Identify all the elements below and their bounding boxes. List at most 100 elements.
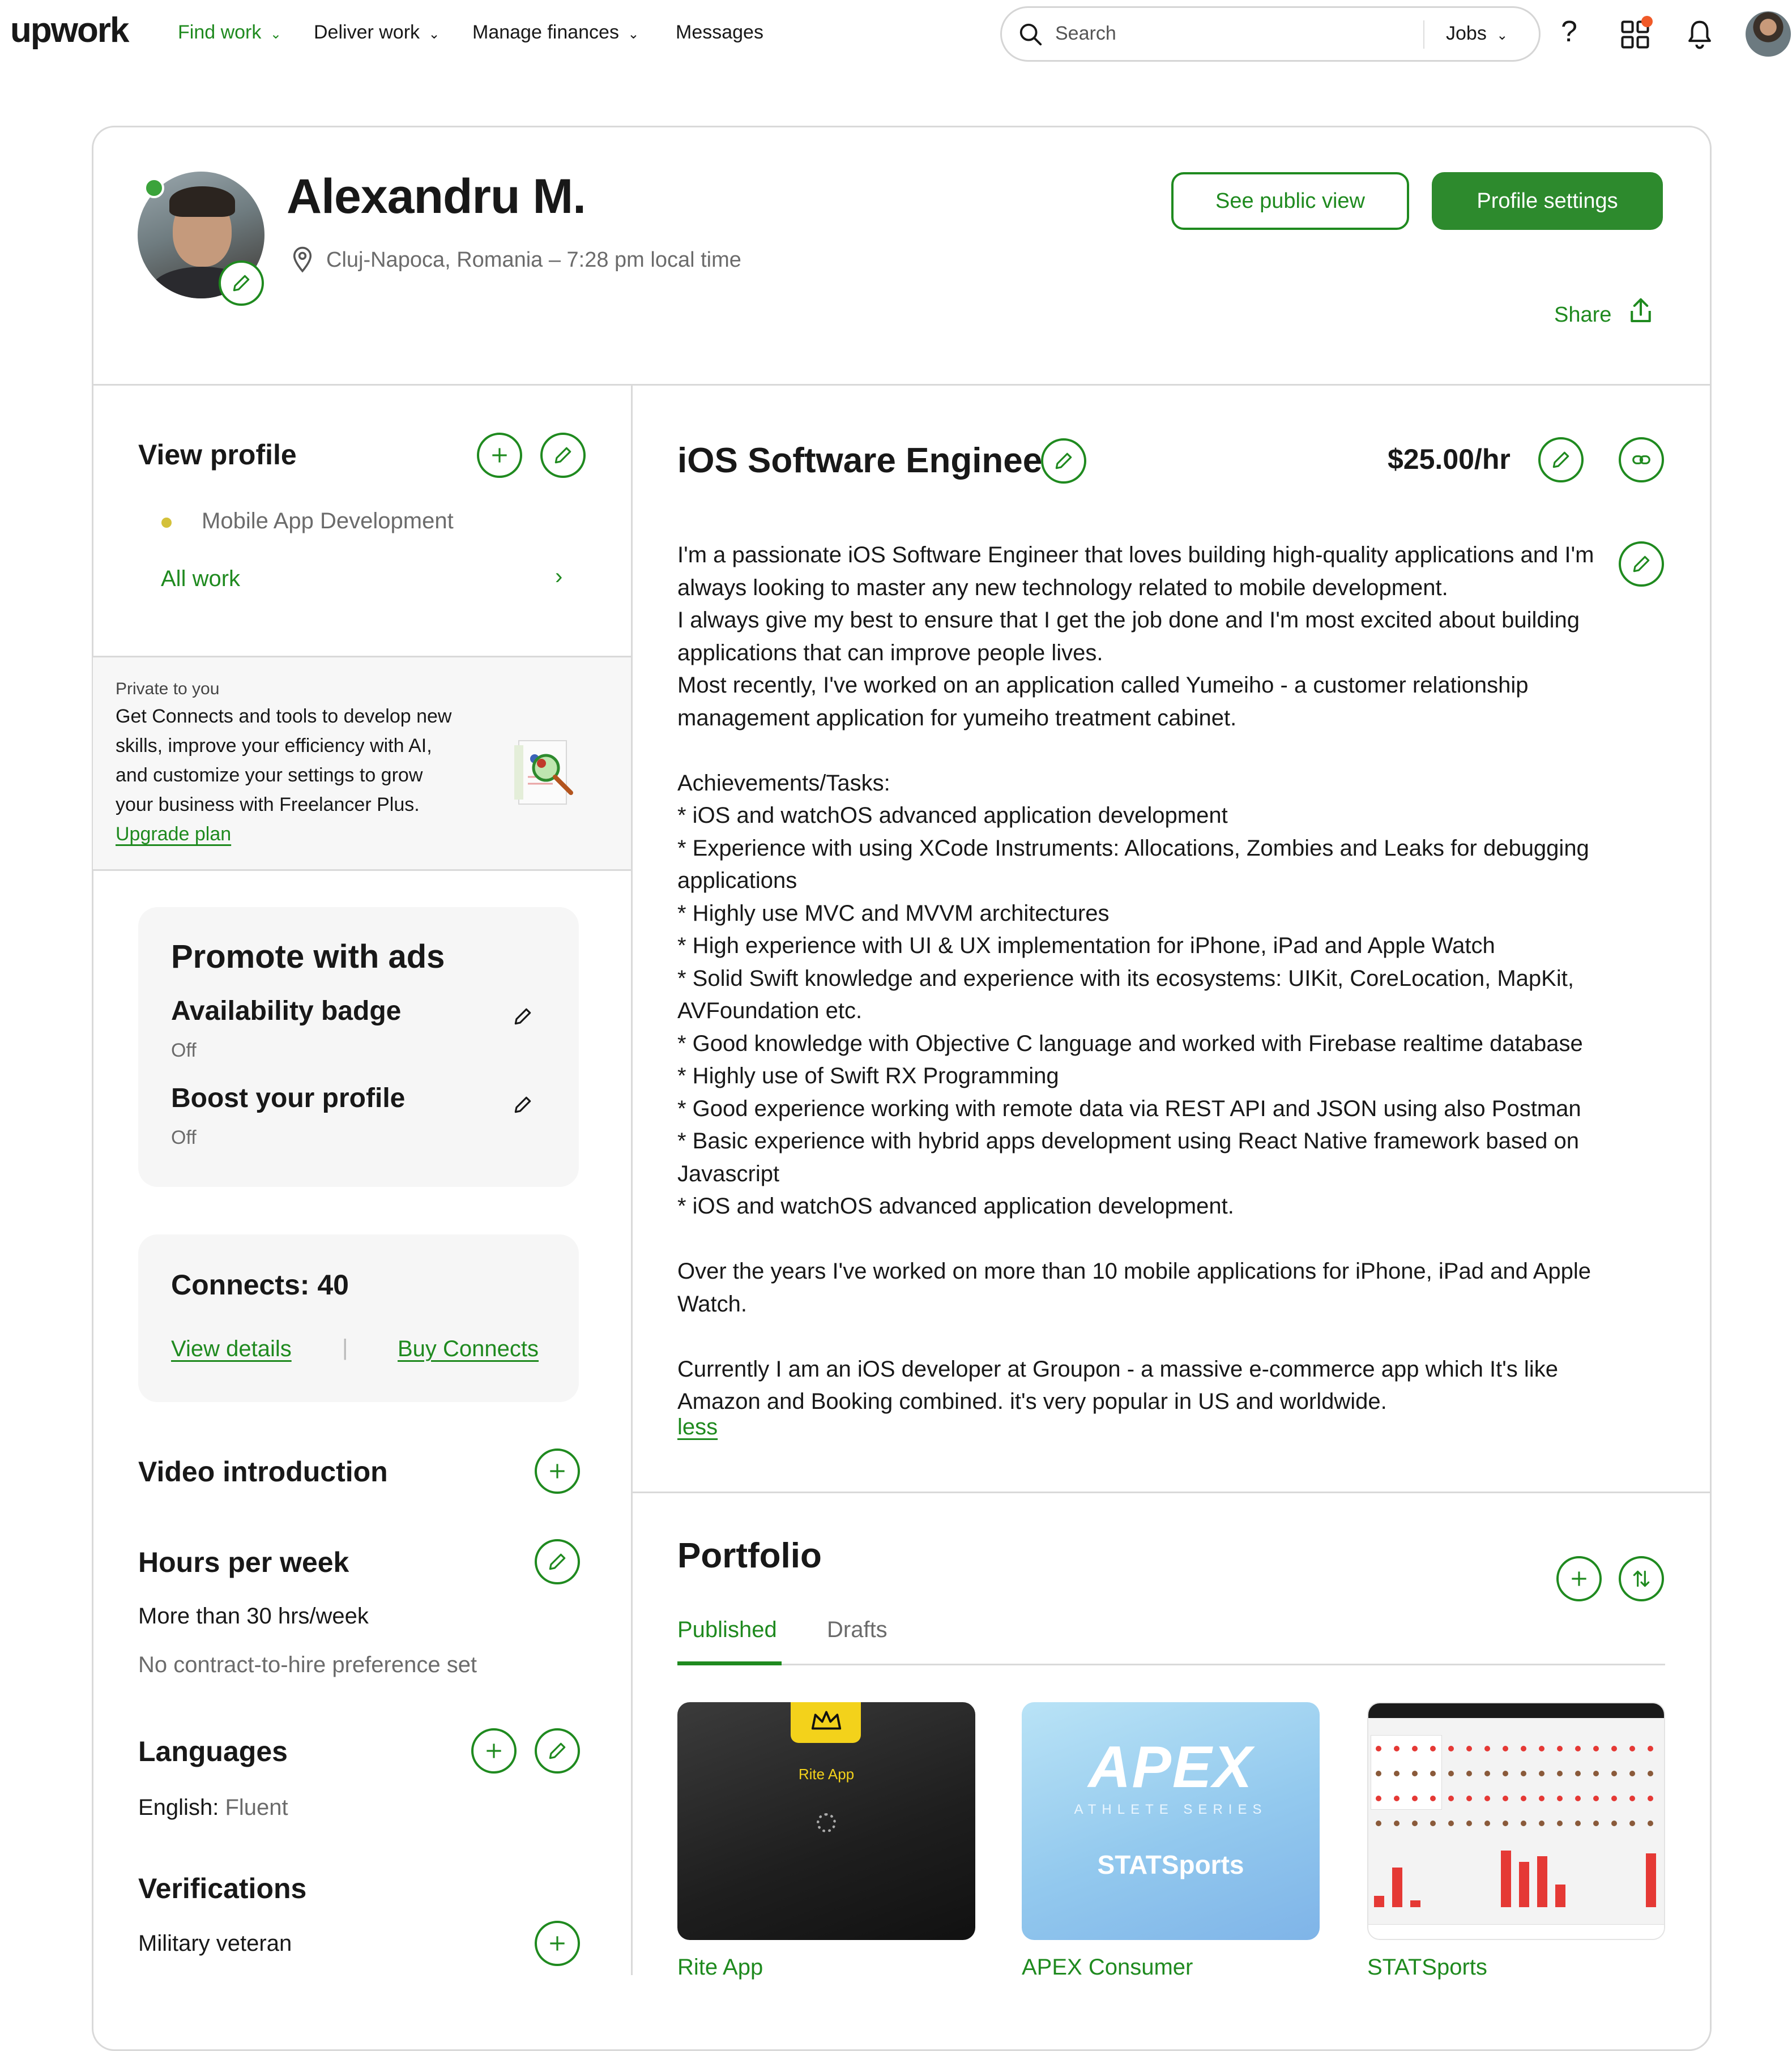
stat-dot (1539, 1771, 1544, 1776)
edit-overview-button[interactable] (1619, 541, 1664, 587)
plus-icon (492, 448, 507, 463)
stat-dot (1539, 1746, 1544, 1751)
overview-line: * Experience with using XCode Instrument… (677, 835, 1589, 861)
stat-bar (1501, 1851, 1511, 1907)
add-specialty-button[interactable] (477, 433, 522, 478)
portfolio-title-apex-consumer[interactable]: APEX Consumer (1022, 1955, 1193, 1980)
stat-bar (1537, 1856, 1547, 1907)
copy-link-button[interactable] (1619, 437, 1664, 482)
link-icon (1632, 455, 1650, 464)
search-divider (1423, 20, 1424, 49)
crown-icon (811, 1711, 842, 1730)
stat-dot (1448, 1771, 1454, 1776)
portfolio-item-statsports[interactable] (1367, 1702, 1665, 1940)
stat-dot (1484, 1821, 1490, 1826)
pencil-icon (554, 447, 571, 464)
stat-dot (1575, 1796, 1581, 1801)
plus-icon (487, 1744, 501, 1758)
statsports-app-topbar (1368, 1703, 1664, 1718)
tab-drafts[interactable]: Drafts (827, 1617, 888, 1643)
magnifier-illustration-icon (514, 740, 573, 805)
nav-manage-finances[interactable]: Manage finances ⌄ (472, 22, 639, 44)
portfolio-item-rite-app[interactable]: Rite App (677, 1702, 975, 1940)
stat-dot (1629, 1821, 1635, 1826)
nav-find-work[interactable]: Find work ⌄ (178, 22, 281, 44)
overview-line: * iOS and watchOS advanced application d… (677, 1194, 1234, 1219)
edit-title-button[interactable] (1041, 438, 1086, 484)
stat-dot (1557, 1771, 1563, 1776)
share-button[interactable]: Share (1554, 296, 1656, 327)
edit-language-button[interactable] (535, 1728, 580, 1774)
edit-hours-button[interactable] (535, 1539, 580, 1584)
edit-rate-button[interactable] (1538, 437, 1584, 482)
add-language-button[interactable] (471, 1728, 517, 1774)
overview-line: applications that can improve people liv… (677, 640, 1103, 665)
stat-dot (1394, 1796, 1400, 1801)
stat-dot (1430, 1771, 1436, 1776)
plus-icon (1572, 1571, 1586, 1586)
search-bar[interactable]: Search Jobs ⌄ (1000, 6, 1541, 62)
chevron-right-icon[interactable]: › (555, 564, 562, 589)
upgrade-plan-link[interactable]: Upgrade plan (116, 823, 231, 845)
apex-logo: APEX (1088, 1734, 1253, 1800)
overview-line: * Good experience working with remote da… (677, 1096, 1581, 1121)
video-intro-heading: Video introduction (138, 1456, 388, 1488)
stat-dot (1412, 1771, 1418, 1776)
stat-dot (1521, 1771, 1526, 1776)
language-entry: English: Fluent (138, 1795, 288, 1821)
nav-messages[interactable]: Messages (676, 22, 763, 44)
stat-dot (1611, 1796, 1617, 1801)
stat-dot (1466, 1746, 1472, 1751)
verification-item: Military veteran (138, 1931, 292, 1956)
portfolio-title-rite-app[interactable]: Rite App (677, 1955, 763, 1980)
connects-separator: | (342, 1335, 348, 1360)
pencil-icon (1055, 452, 1072, 469)
edit-specialty-button[interactable] (540, 433, 586, 478)
apex-subtitle: ATHLETE SERIES (1074, 1802, 1268, 1817)
language-level: Fluent (225, 1795, 288, 1820)
buy-connects-link[interactable]: Buy Connects (398, 1336, 539, 1362)
search-input[interactable]: Search (1055, 23, 1116, 45)
add-video-button[interactable] (535, 1448, 580, 1494)
stat-dot (1503, 1771, 1508, 1776)
profile-settings-button[interactable]: Profile settings (1432, 172, 1663, 230)
edit-photo-button[interactable] (219, 260, 264, 306)
private-text-line: skills, improve your efficiency with AI, (116, 735, 432, 757)
profile-photo-hair (169, 186, 235, 217)
private-text-line: your business with Freelancer Plus. (116, 794, 420, 815)
stat-dot (1593, 1821, 1599, 1826)
bell-icon[interactable] (1684, 18, 1715, 51)
boost-profile-label: Boost your profile (171, 1083, 406, 1113)
pencil-icon (233, 275, 250, 292)
tab-published[interactable]: Published (677, 1617, 777, 1643)
add-portfolio-button[interactable] (1556, 1556, 1602, 1601)
search-scope-select[interactable]: Jobs ⌄ (1446, 23, 1508, 45)
nav-deliver-work[interactable]: Deliver work ⌄ (314, 22, 440, 44)
portfolio-item-apex-consumer[interactable]: APEX ATHLETE SERIES STATSports (1022, 1702, 1320, 1940)
add-verification-button[interactable] (535, 1921, 580, 1966)
search-scope-label: Jobs (1446, 23, 1487, 44)
top-nav: upwork Find work ⌄ Deliver work ⌄ Manage… (0, 0, 1792, 70)
stat-dot (1611, 1771, 1617, 1776)
overview-line (677, 1223, 1606, 1256)
stat-bar (1374, 1896, 1384, 1907)
portfolio-title-statsports[interactable]: STATSports (1367, 1955, 1487, 1980)
upwork-logo[interactable]: upwork (10, 10, 129, 50)
nav-deliver-work-label: Deliver work (314, 22, 420, 43)
overview-line: * Highly use MVC and MVVM architectures (677, 900, 1110, 926)
view-details-link[interactable]: View details (171, 1336, 292, 1362)
reorder-portfolio-button[interactable] (1619, 1556, 1664, 1601)
see-public-view-button[interactable]: See public view (1171, 172, 1409, 230)
contract-preference: No contract-to-hire preference set (138, 1652, 477, 1677)
specialty-item[interactable]: Mobile App Development (202, 509, 454, 534)
user-avatar[interactable] (1746, 11, 1791, 57)
stat-dot (1394, 1771, 1400, 1776)
help-icon[interactable]: ? (1561, 15, 1577, 49)
stat-dot (1593, 1796, 1599, 1801)
all-work-link[interactable]: All work (161, 566, 240, 592)
edit-availability-badge-icon[interactable] (512, 1006, 534, 1027)
overview-line (677, 1321, 1606, 1353)
edit-boost-profile-icon[interactable] (512, 1094, 534, 1116)
less-link[interactable]: less (677, 1415, 718, 1440)
stat-dot (1539, 1796, 1544, 1801)
